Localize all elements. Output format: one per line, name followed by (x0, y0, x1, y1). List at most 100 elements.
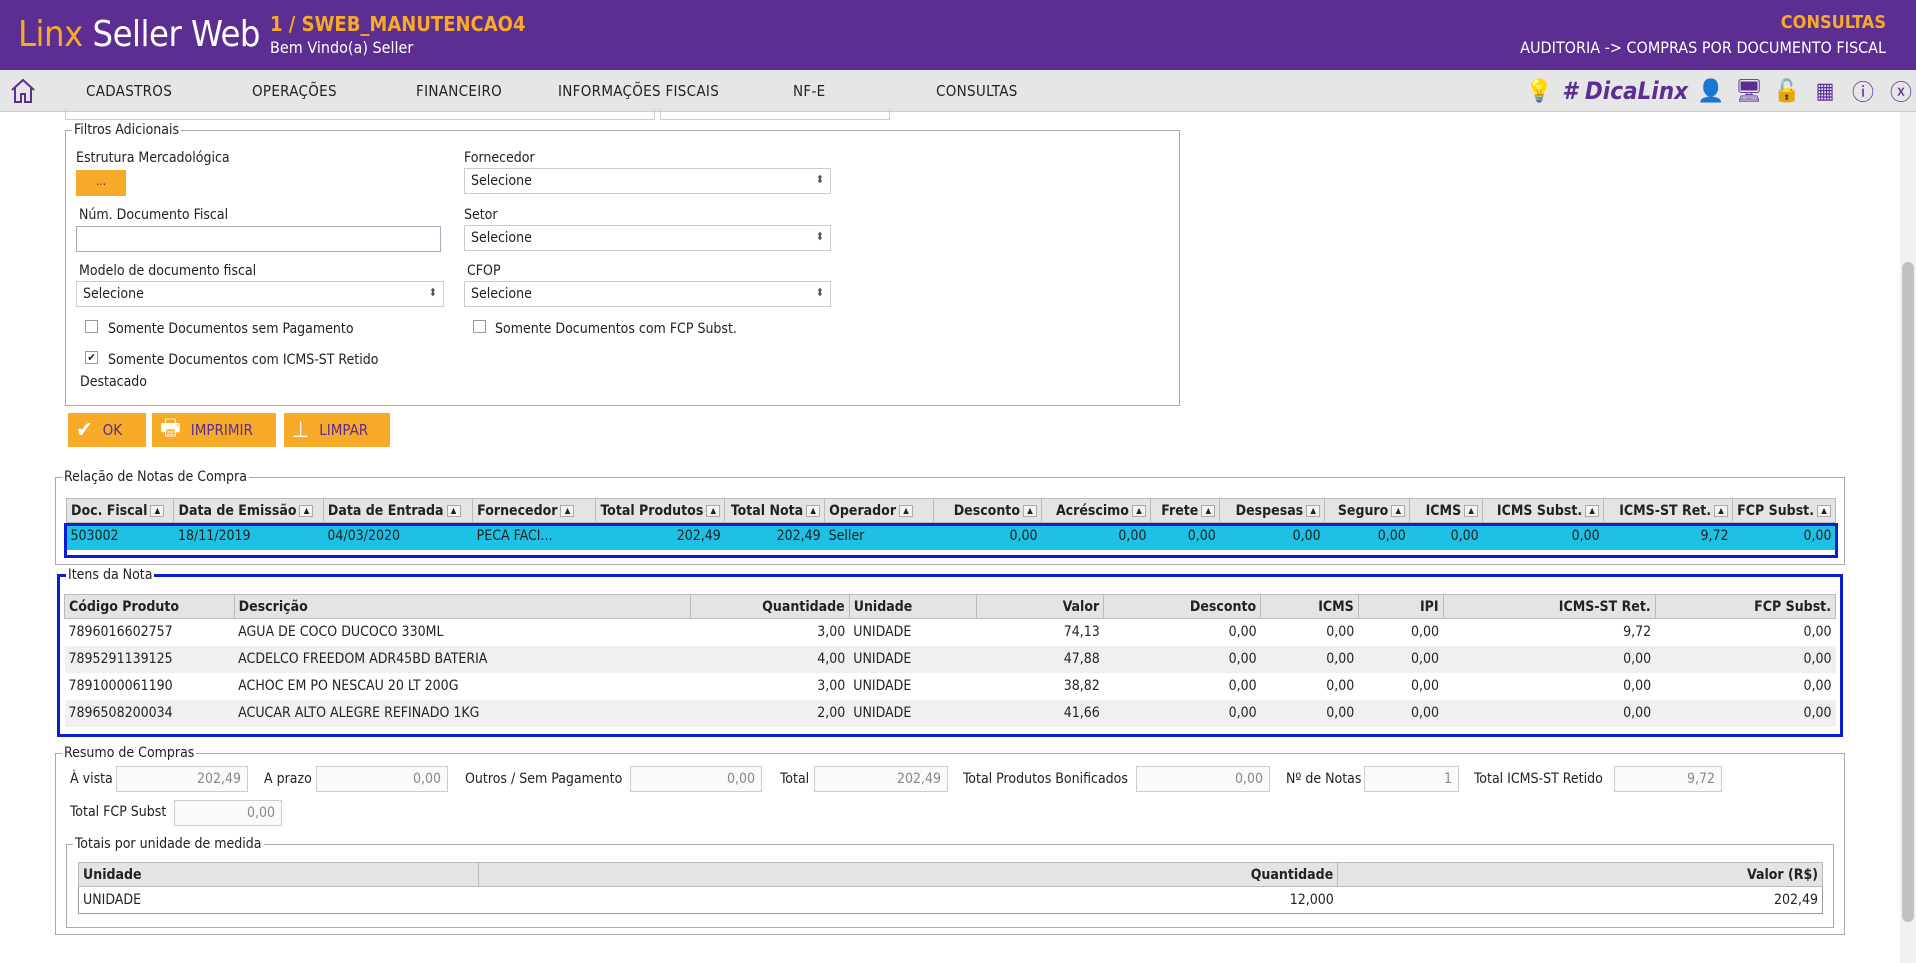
cropped-input (660, 108, 890, 120)
column-header[interactable]: Fornecedor ▲ (472, 498, 597, 523)
sort-icon[interactable]: ▲ (150, 504, 165, 517)
column-header[interactable]: ICMS-ST Ret. (1442, 594, 1656, 619)
calculator-icon[interactable]: ▦ (1810, 79, 1840, 104)
column-header[interactable]: Desconto ▲ (932, 498, 1042, 523)
table-cell: 0,00 (1411, 624, 1440, 641)
module-title: CONSULTAS (1780, 12, 1886, 33)
welcome-text: Bem Vindo(a) Seller (270, 38, 414, 57)
column-header[interactable]: Unidade (78, 862, 479, 887)
setor-select[interactable]: Selecione (464, 225, 831, 251)
lock-icon[interactable]: 🔓 (1772, 79, 1802, 104)
sort-icon[interactable]: ▲ (1306, 504, 1321, 517)
table-row[interactable]: 7896016602757 AGUA DE COCO DUCOCO 330ML 3,… (65, 619, 1836, 646)
chk-icms-st[interactable]: ✔ (85, 351, 98, 364)
fornecedor-select[interactable]: Selecione (464, 168, 831, 194)
column-header[interactable]: Total Nota ▲ (724, 498, 826, 523)
close-icon[interactable]: ⓧ (1886, 75, 1916, 107)
column-header[interactable]: ICMS-ST Ret. ▲ (1603, 498, 1734, 523)
column-header[interactable]: Data de Emissão ▲ (173, 498, 324, 523)
chk-icms-st-label-cont: Destacado (80, 374, 148, 390)
nav-financeiro[interactable]: FINANCEIRO (416, 82, 502, 100)
column-header[interactable]: ICMS (1260, 594, 1359, 619)
column-header[interactable]: Operador ▲ (824, 498, 934, 523)
sort-icon[interactable]: ▲ (1464, 504, 1479, 517)
column-header[interactable]: Frete ▲ (1149, 498, 1221, 523)
home-icon[interactable] (8, 76, 38, 106)
ok-button[interactable]: ✔ OK (68, 413, 146, 447)
sort-icon[interactable]: ▲ (1585, 504, 1600, 517)
table-row[interactable]: UNIDADE 12,000 202,49 (79, 887, 1823, 914)
column-header[interactable]: Data de Entrada ▲ (322, 498, 474, 523)
column-header[interactable]: Quantidade (689, 594, 850, 619)
lightbulb-icon[interactable]: 💡 (1524, 79, 1554, 104)
column-header[interactable]: FCP Subst. ▲ (1732, 498, 1836, 523)
chk-fcp[interactable] (473, 320, 486, 333)
table-cell: 0,00 (1358, 645, 1444, 673)
column-header[interactable]: Quantidade (477, 862, 1339, 887)
table-cell: 202,49 (724, 522, 825, 550)
table-cell: 0,00 (1326, 624, 1355, 641)
sort-icon[interactable]: ▲ (1817, 504, 1831, 517)
chk-sem-pagamento[interactable] (85, 320, 98, 333)
itens-table: Código Produto Descrição Quantidade Unidade… (64, 594, 1837, 727)
column-header[interactable]: Acréscimo ▲ (1040, 498, 1151, 523)
nav-consultas[interactable]: CONSULTAS (936, 82, 1018, 100)
column-header[interactable]: IPI (1357, 594, 1444, 619)
column-header[interactable]: Valor (R$) (1337, 862, 1823, 887)
sort-icon[interactable]: ▲ (1022, 504, 1037, 517)
sort-icon[interactable]: ▲ (1714, 504, 1729, 517)
column-header[interactable]: Desconto (1103, 594, 1262, 619)
nav-operacoes[interactable]: OPERAÇÕES (252, 82, 337, 100)
sort-icon[interactable]: ▲ (1201, 504, 1216, 517)
table-row[interactable]: 7896508200034 ACUCAR ALTO ALEGRE REFINADO… (64, 699, 1836, 727)
table-row[interactable]: 7895291139125 ACDELCO FREEDOM ADR45BD BAT… (64, 645, 1836, 673)
user-icon[interactable]: 👤 (1696, 79, 1726, 104)
column-header[interactable]: Código Produto (64, 594, 235, 619)
column-header[interactable]: FCP Subst. (1654, 594, 1837, 619)
sort-icon[interactable]: ▲ (446, 504, 461, 517)
column-header[interactable]: ICMS Subst. ▲ (1482, 498, 1605, 523)
sort-icon[interactable]: ▲ (560, 504, 575, 517)
table-cell: 503002 (66, 522, 174, 550)
table-cell: 3,00 (817, 624, 846, 641)
column-header[interactable]: Seguro ▲ (1324, 498, 1411, 523)
dicalinx-link[interactable]: # DicaLinx (1562, 77, 1688, 105)
sort-icon[interactable]: ▲ (1131, 504, 1146, 517)
cropped-input (65, 108, 655, 120)
top-bar: Linx Seller Web 1 / SWEB_MANUTENCAO4 Bem… (0, 0, 1916, 70)
column-header[interactable]: Despesas ▲ (1219, 498, 1326, 523)
table-row[interactable]: 7891000061190 ACHOC EM PO NESCAU 20 LT 20… (65, 673, 1836, 700)
sort-icon[interactable]: ▲ (899, 504, 914, 517)
table-row[interactable]: 503002 18/11/2019 04/03/2020 PECA FACI... 20… (66, 522, 1836, 550)
cfop-select[interactable]: Selecione (464, 281, 831, 307)
cfop-label: CFOP (467, 263, 501, 279)
column-header[interactable]: Doc. Fiscal ▲ (65, 498, 175, 523)
bonif-field: 0,00 (1136, 766, 1270, 792)
sort-icon[interactable]: ▲ (706, 504, 721, 517)
column-header[interactable]: Unidade (848, 594, 977, 619)
table-cell: 0,00 (1326, 678, 1355, 694)
sort-icon[interactable]: ▲ (299, 504, 314, 517)
help-icon[interactable]: ⓘ (1848, 75, 1878, 107)
column-header[interactable]: Valor (975, 594, 1105, 619)
table-cell: 12,000 (1289, 892, 1334, 908)
nav-cadastros[interactable]: CADASTROS (86, 82, 172, 100)
modelo-select[interactable]: Selecione (76, 281, 444, 307)
remote-support-icon[interactable]: 🖥 (1734, 79, 1764, 104)
limpar-button[interactable]: ⊥ LIMPAR (284, 413, 390, 447)
num-doc-input[interactable] (76, 226, 441, 252)
scrollbar-thumb[interactable] (1902, 262, 1914, 922)
table-cell: 9,72 (1623, 624, 1652, 641)
sort-icon[interactable]: ▲ (1391, 504, 1406, 517)
table-cell: 7896016602757 (68, 624, 173, 641)
estrutura-button[interactable]: ... (76, 170, 126, 196)
table-cell: 0,00 (1803, 678, 1832, 694)
column-header[interactable]: ICMS ▲ (1409, 498, 1484, 523)
column-header[interactable]: Descrição (233, 594, 691, 619)
nav-informacoes-fiscais[interactable]: INFORMAÇÕES FISCAIS (558, 82, 719, 100)
vertical-scrollbar[interactable] (1900, 112, 1916, 963)
imprimir-button[interactable]: 🖶 IMPRIMIR (152, 413, 276, 447)
column-header[interactable]: Total Produtos ▲ (595, 498, 726, 523)
sort-icon[interactable]: ▲ (806, 504, 821, 517)
nav-nfe[interactable]: NF-E (793, 82, 825, 100)
